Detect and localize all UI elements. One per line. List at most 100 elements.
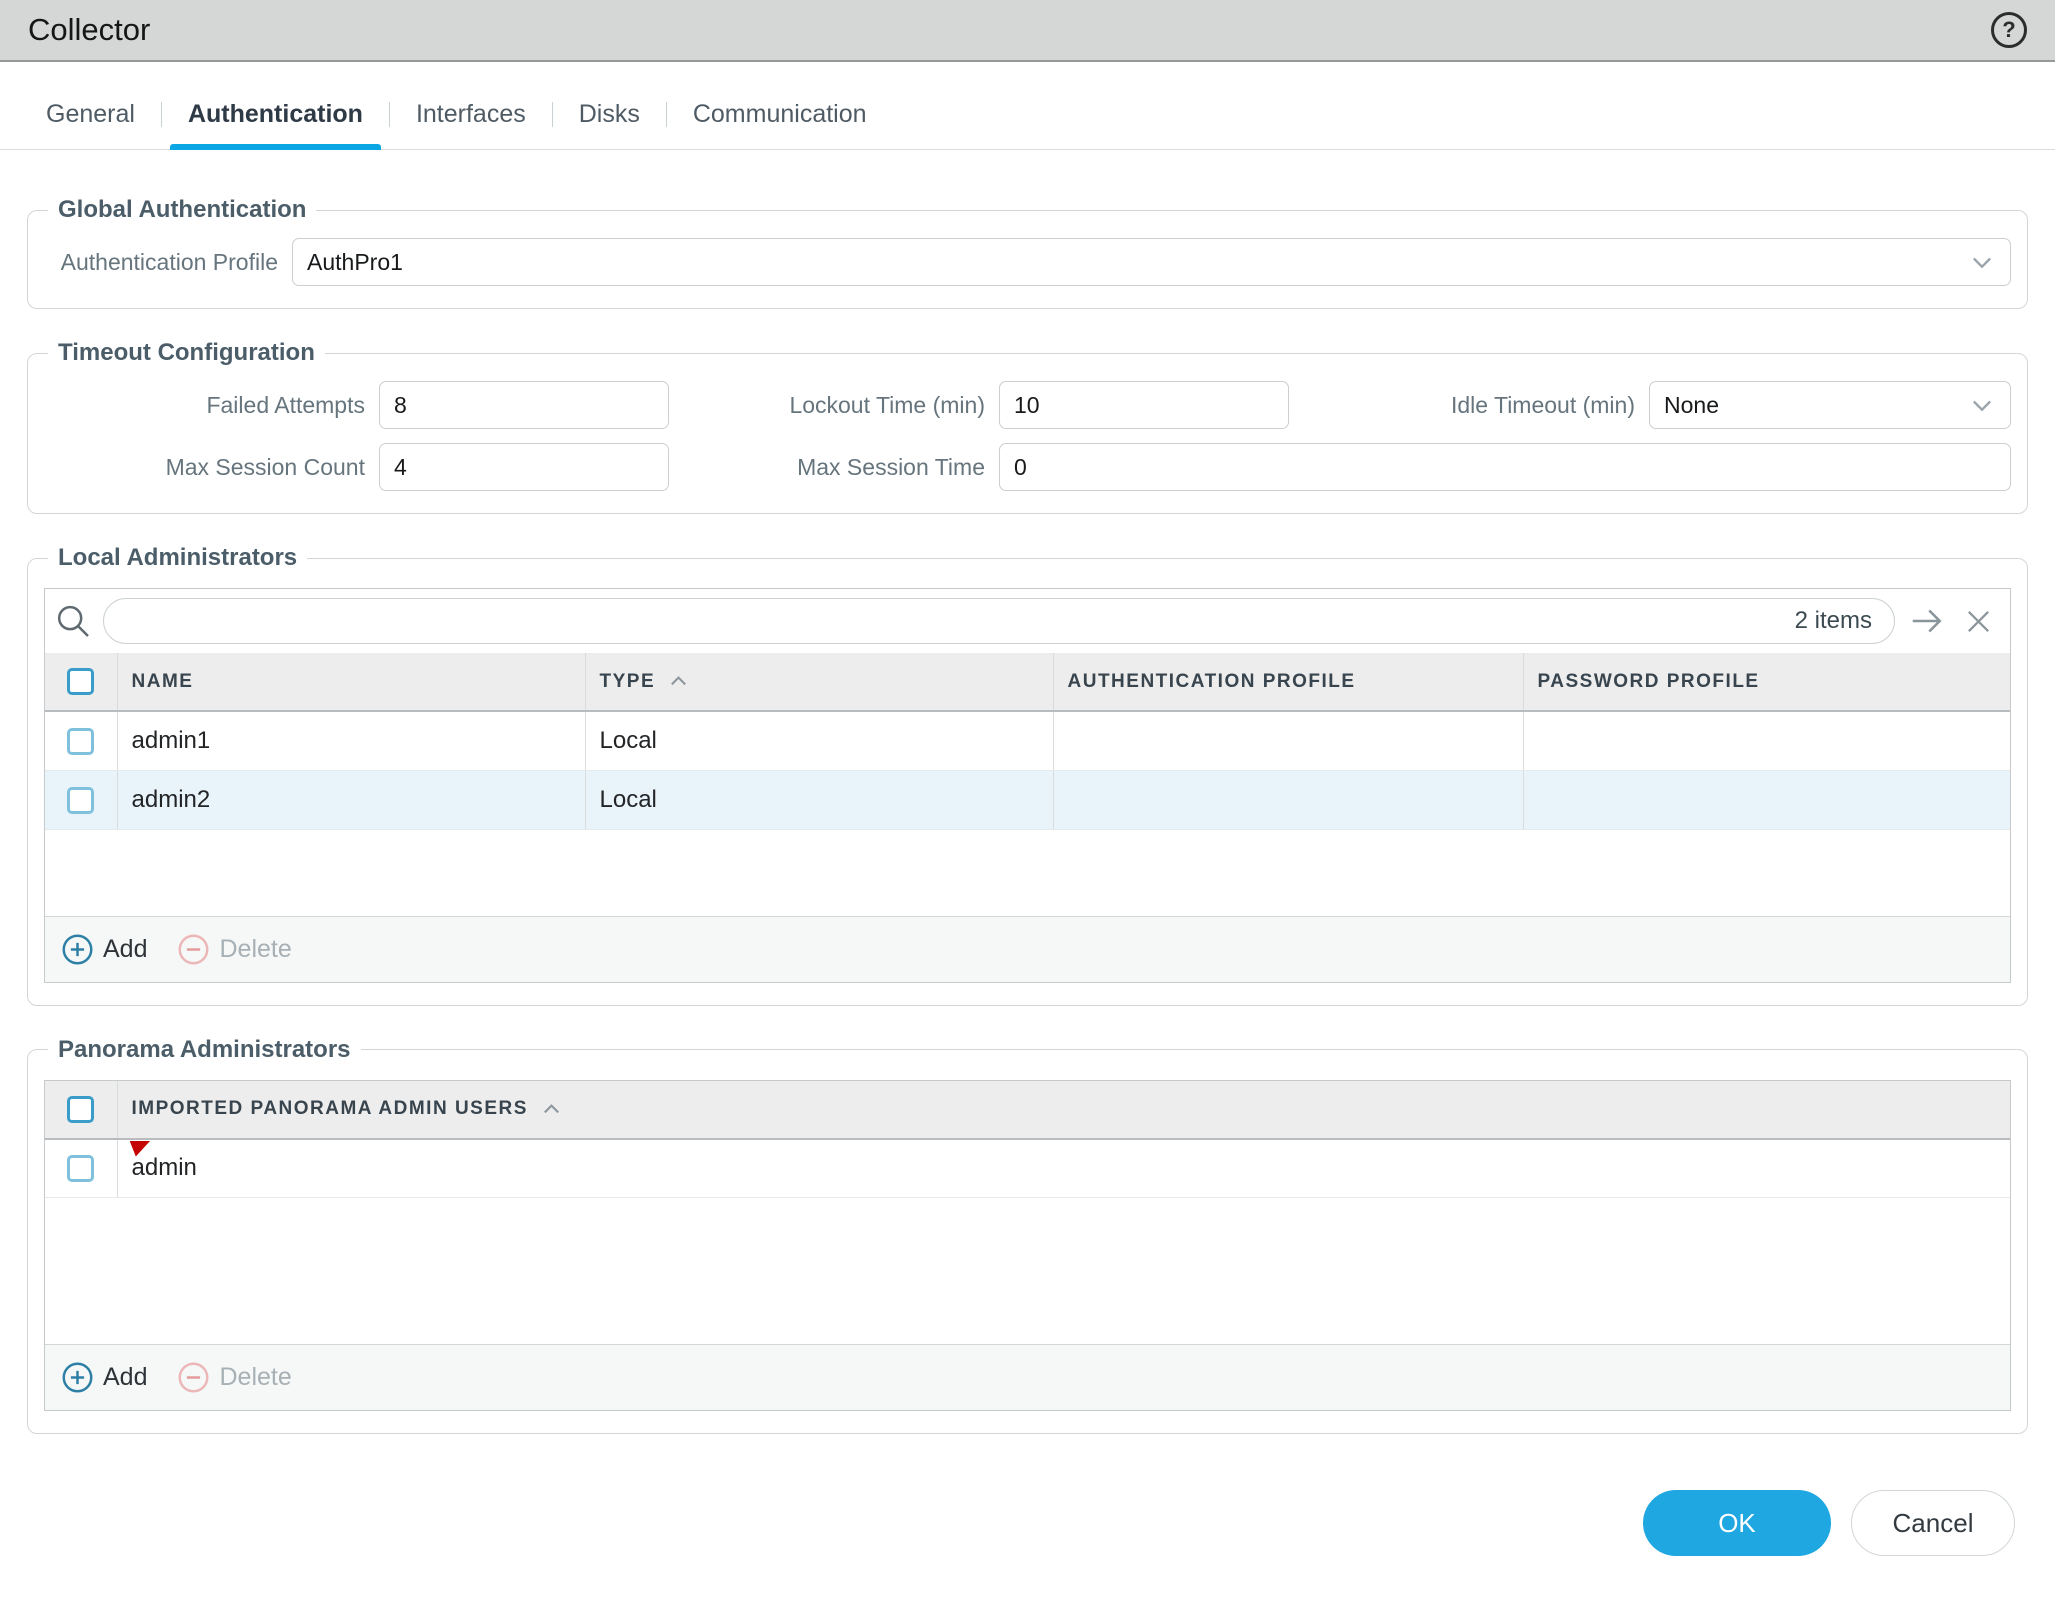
authentication-profile-value: AuthPro1 (307, 248, 403, 275)
column-header-authentication-profile-label: AUTHENTICATION PROFILE (1067, 670, 1356, 692)
column-header-name[interactable]: NAME (116, 653, 585, 712)
select-all-checkbox[interactable] (67, 1095, 95, 1123)
table-actions-bar: Add Delete (45, 915, 2010, 982)
cell-type: Local (584, 770, 1053, 830)
table-row[interactable]: admin (45, 1138, 2010, 1198)
cell-authentication-profile (1052, 770, 1523, 830)
delete-button-label: Delete (219, 1363, 292, 1391)
idle-timeout-label: Idle Timeout (min) (1450, 391, 1635, 418)
tab-communication-label: Communication (692, 100, 867, 128)
cell-imported-user-label: admin (131, 1154, 197, 1182)
tab-bar: General Authentication Interfaces Disks … (0, 88, 2055, 150)
lockout-time-field[interactable] (999, 381, 1289, 429)
max-session-time-field[interactable] (999, 443, 2011, 491)
tab-communication[interactable]: Communication (667, 88, 893, 149)
fieldset-timeout-configuration: Timeout Configuration Failed Attempts Lo… (27, 339, 2028, 514)
max-session-count-field[interactable] (379, 443, 669, 491)
idle-timeout-value: None (1664, 391, 1719, 418)
active-tab-indicator (169, 144, 381, 150)
help-icon[interactable]: ? (1991, 12, 2027, 48)
row-checkbox[interactable] (67, 786, 95, 814)
table-empty-area (45, 830, 2010, 916)
global-authentication-legend: Global Authentication (58, 196, 307, 223)
authentication-profile-label: Authentication Profile (60, 248, 278, 275)
tab-authentication[interactable]: Authentication (162, 88, 389, 150)
panorama-administrators-table-container: IMPORTED PANORAMA ADMIN USERS admin Add … (44, 1079, 2011, 1411)
column-header-type-label: TYPE (599, 670, 656, 692)
tab-authentication-label: Authentication (187, 100, 363, 128)
max-session-time-label: Max Session Time (797, 453, 985, 480)
help-glyph: ? (2002, 17, 2016, 42)
plus-circle-icon (62, 934, 93, 964)
delete-button[interactable]: Delete (177, 1361, 292, 1394)
cell-password-profile (1522, 770, 2010, 830)
apply-filter-button[interactable] (1905, 603, 1949, 639)
column-header-authentication-profile[interactable]: AUTHENTICATION PROFILE (1052, 653, 1523, 712)
row-checkbox[interactable] (67, 727, 95, 755)
dialog-footer: OK Cancel (0, 1490, 2015, 1556)
cell-password-profile (1522, 711, 2010, 771)
tab-disks-label: Disks (578, 100, 640, 128)
panorama-administrators-table: IMPORTED PANORAMA ADMIN USERS admin (45, 1080, 2010, 1198)
column-header-password-profile[interactable]: PASSWORD PROFILE (1522, 653, 2010, 712)
cell-imported-user: admin (116, 1138, 2010, 1198)
panorama-administrators-legend: Panorama Administrators (58, 1035, 351, 1063)
clear-filter-button[interactable] (1959, 606, 1998, 637)
failed-attempts-field[interactable] (379, 381, 669, 429)
table-row[interactable]: admin1 Local (45, 711, 2010, 771)
delete-button[interactable]: Delete (177, 933, 292, 966)
tab-disks[interactable]: Disks (553, 88, 666, 149)
column-header-name-label: NAME (131, 670, 194, 692)
fieldset-local-administrators: Local Administrators 2 items NAME TYPE A… (27, 544, 2028, 1006)
table-empty-area (45, 1198, 2010, 1344)
fieldset-panorama-administrators: Panorama Administrators IMPORTED PANORAM… (27, 1035, 2028, 1434)
local-administrators-table: NAME TYPE AUTHENTICATION PROFILE PASSWOR… (45, 653, 2010, 830)
cell-name: admin1 (116, 711, 585, 771)
add-button[interactable]: Add (61, 1361, 147, 1394)
arrow-right-icon (1912, 609, 1942, 633)
close-icon (1968, 610, 1989, 632)
items-count-badge: 2 items (1794, 607, 1872, 634)
cell-name: admin2 (116, 770, 585, 830)
table-header-row: IMPORTED PANORAMA ADMIN USERS (45, 1080, 2010, 1140)
local-administrators-table-container: 2 items NAME TYPE AUTHENTICATION PROFILE… (44, 588, 2011, 983)
delete-button-label: Delete (219, 934, 292, 963)
timeout-configuration-legend: Timeout Configuration (58, 339, 315, 366)
idle-timeout-select[interactable]: None (1649, 381, 2011, 429)
add-button-label: Add (103, 934, 148, 963)
search-input[interactable] (126, 601, 1795, 641)
max-session-count-label: Max Session Count (165, 453, 365, 480)
window-titlebar: Collector ? (0, 0, 2055, 62)
cell-type: Local (584, 711, 1053, 771)
ok-button[interactable]: OK (1643, 1490, 1831, 1556)
cell-authentication-profile (1052, 711, 1523, 771)
add-button[interactable]: Add (61, 933, 147, 966)
chevron-down-icon (1973, 257, 1991, 269)
column-header-imported-users-label: IMPORTED PANORAMA ADMIN USERS (131, 1098, 528, 1119)
plus-circle-icon (62, 1362, 93, 1393)
add-button-label: Add (103, 1363, 148, 1391)
table-actions-bar: Add Delete (45, 1344, 2010, 1410)
authentication-profile-select[interactable]: AuthPro1 (292, 238, 2011, 286)
fieldset-global-authentication: Global Authentication Authentication Pro… (27, 196, 2028, 309)
tab-interfaces[interactable]: Interfaces (390, 88, 552, 149)
select-all-checkbox[interactable] (67, 668, 95, 695)
table-row[interactable]: admin2 Local (45, 770, 2010, 830)
tab-general[interactable]: General (28, 88, 161, 149)
row-checkbox[interactable] (67, 1155, 95, 1183)
chevron-down-icon (1973, 400, 1991, 412)
minus-circle-icon (178, 1362, 209, 1393)
search-pill: 2 items (103, 598, 1895, 644)
column-header-imported-users[interactable]: IMPORTED PANORAMA ADMIN USERS (116, 1080, 2010, 1140)
failed-attempts-label: Failed Attempts (206, 391, 365, 418)
tab-general-label: General (46, 100, 135, 128)
column-header-password-profile-label: PASSWORD PROFILE (1537, 670, 1760, 692)
column-header-type[interactable]: TYPE (584, 653, 1053, 712)
lockout-time-label: Lockout Time (min) (789, 391, 985, 418)
search-icon (57, 605, 89, 637)
sort-ascending-icon (671, 676, 687, 686)
minus-circle-icon (178, 934, 209, 964)
table-header-row: NAME TYPE AUTHENTICATION PROFILE PASSWOR… (45, 653, 2010, 712)
cancel-button[interactable]: Cancel (1851, 1490, 2015, 1556)
local-administrators-legend: Local Administrators (58, 544, 298, 571)
